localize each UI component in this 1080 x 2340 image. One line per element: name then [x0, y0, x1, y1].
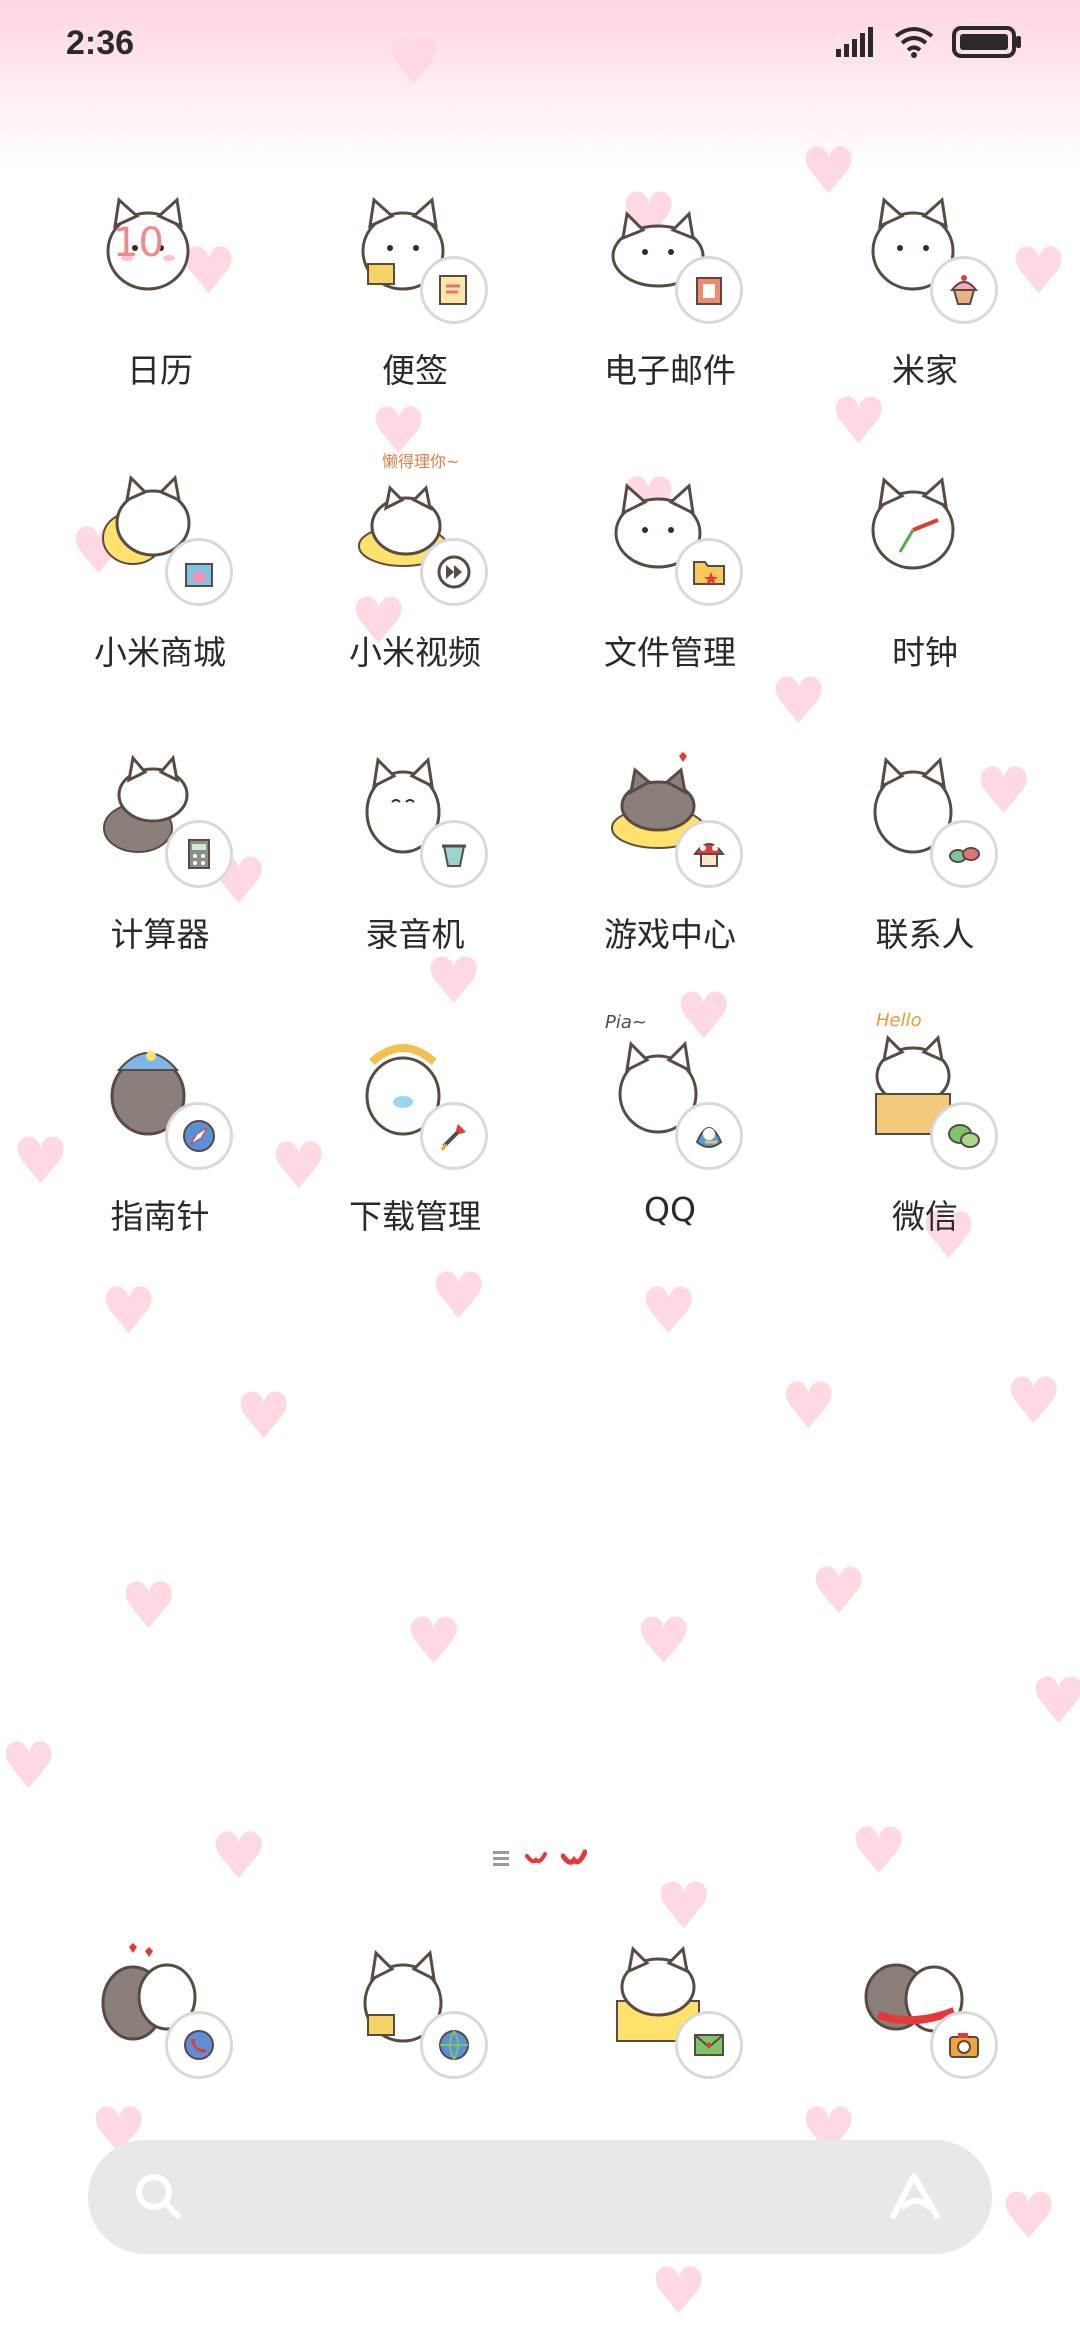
app-label: 计算器: [110, 915, 210, 954]
camera-app-icon: [840, 1935, 1010, 2085]
app-email[interactable]: 电子邮件: [570, 180, 770, 440]
app-mi-video[interactable]: 懒得理你~ 小米视频: [315, 452, 515, 722]
cat-caption: Hello: [876, 1010, 922, 1031]
app-recorder[interactable]: 录音机: [315, 744, 515, 1004]
clock-icon: [871, 477, 955, 570]
recorder-app-icon: [330, 744, 500, 894]
messages-icon: [675, 2011, 743, 2079]
app-wechat[interactable]: Hello 微信: [825, 1010, 1025, 1286]
qq-icon: [675, 1102, 743, 1170]
app-file-manager[interactable]: 文件管理: [570, 462, 770, 722]
compass-app-icon: [75, 1026, 245, 1176]
calculator-app-icon: [75, 744, 245, 894]
app-qq[interactable]: Pia~ QQ: [570, 1012, 770, 1286]
mijia-app-icon: [840, 180, 1010, 330]
app-label: 时钟: [892, 633, 958, 672]
wechat-app-icon: Hello: [840, 1010, 1010, 1176]
app-label: 米家: [892, 351, 958, 390]
app-label: 游戏中心: [604, 915, 736, 954]
game-icon: [675, 820, 743, 888]
app-mi-store[interactable]: 小米商城: [60, 462, 260, 722]
mi-video-app-icon: 懒得理你~: [330, 452, 500, 612]
cupcake-icon: [930, 256, 998, 324]
app-compass[interactable]: 指南针: [60, 1026, 260, 1286]
dock-camera[interactable]: [825, 1935, 1025, 2085]
app-label: 日历: [127, 351, 193, 390]
dock-browser[interactable]: [315, 1935, 515, 2085]
app-game-center[interactable]: 游戏中心: [570, 744, 770, 1004]
app-label: 下载管理: [349, 1197, 481, 1236]
search-bar[interactable]: [88, 2140, 992, 2254]
calendar-date: 10: [113, 220, 164, 266]
downloads-app-icon: [330, 1026, 500, 1176]
phone-icon: [165, 2011, 233, 2079]
notes-app-icon: [330, 180, 500, 330]
browser-icon: [420, 2011, 488, 2079]
app-calendar[interactable]: 10 日历: [60, 180, 260, 440]
heart-page-icon: [561, 1849, 587, 1865]
app-label: QQ: [644, 1190, 696, 1229]
app-label: 微信: [892, 1197, 958, 1236]
store-icon: [165, 538, 233, 606]
app-label: 便签: [382, 351, 448, 390]
app-clock[interactable]: 时钟: [825, 462, 1025, 722]
app-calculator[interactable]: 计算器: [60, 744, 260, 1004]
cat-caption: Pia~: [605, 1012, 647, 1033]
app-contacts[interactable]: 联系人: [825, 744, 1025, 1004]
messages-app-icon: [585, 1935, 755, 2085]
download-icon: [420, 1102, 488, 1170]
mail-icon: [675, 256, 743, 324]
compass-icon: [165, 1102, 233, 1170]
page-indicator[interactable]: [0, 1848, 1080, 1868]
dock-messages[interactable]: [570, 1935, 770, 2085]
folder-icon: [675, 538, 743, 606]
status-bar: 2:36: [0, 0, 1080, 95]
app-label: 电子邮件: [604, 351, 736, 390]
phone-app-icon: [75, 1935, 245, 2085]
wifi-icon: [894, 27, 934, 58]
app-label: 小米商城: [94, 633, 226, 672]
recorder-icon: [420, 820, 488, 888]
wechat-icon: [930, 1102, 998, 1170]
dock: [0, 1935, 1080, 2085]
email-app-icon: [585, 180, 755, 330]
camera-icon: [930, 2011, 998, 2079]
video-icon: [420, 538, 488, 606]
app-label: 小米视频: [349, 633, 481, 672]
qq-app-icon: Pia~: [585, 1012, 755, 1176]
dock-phone[interactable]: [60, 1935, 260, 2085]
app-label: 联系人: [875, 915, 975, 954]
calculator-icon: [165, 820, 233, 888]
app-label: 指南针: [110, 1197, 210, 1236]
assistant-icon[interactable]: [886, 2170, 946, 2224]
contacts-app-icon: [840, 744, 1010, 894]
app-label: 文件管理: [604, 633, 736, 672]
menu-lines-icon: [493, 1851, 509, 1866]
search-icon[interactable]: [132, 2170, 184, 2222]
status-time: 2:36: [66, 24, 135, 62]
contacts-icon: [930, 820, 998, 888]
heart-page-icon: [525, 1852, 547, 1864]
battery-icon: [952, 26, 1021, 58]
browser-app-icon: [330, 1935, 500, 2085]
status-icons: [836, 26, 1022, 58]
app-label: 录音机: [365, 915, 465, 954]
calendar-icon: 10: [75, 180, 245, 330]
file-manager-app-icon: [585, 462, 755, 612]
app-notes[interactable]: 便签: [315, 180, 515, 440]
game-center-app-icon: [585, 744, 755, 894]
notes-icon: [420, 256, 488, 324]
signal-icon: [836, 27, 873, 57]
app-mijia[interactable]: 米家: [825, 180, 1025, 440]
app-downloads[interactable]: 下载管理: [315, 1026, 515, 1286]
clock-app-icon: [840, 462, 1010, 612]
mi-store-app-icon: [75, 462, 245, 612]
